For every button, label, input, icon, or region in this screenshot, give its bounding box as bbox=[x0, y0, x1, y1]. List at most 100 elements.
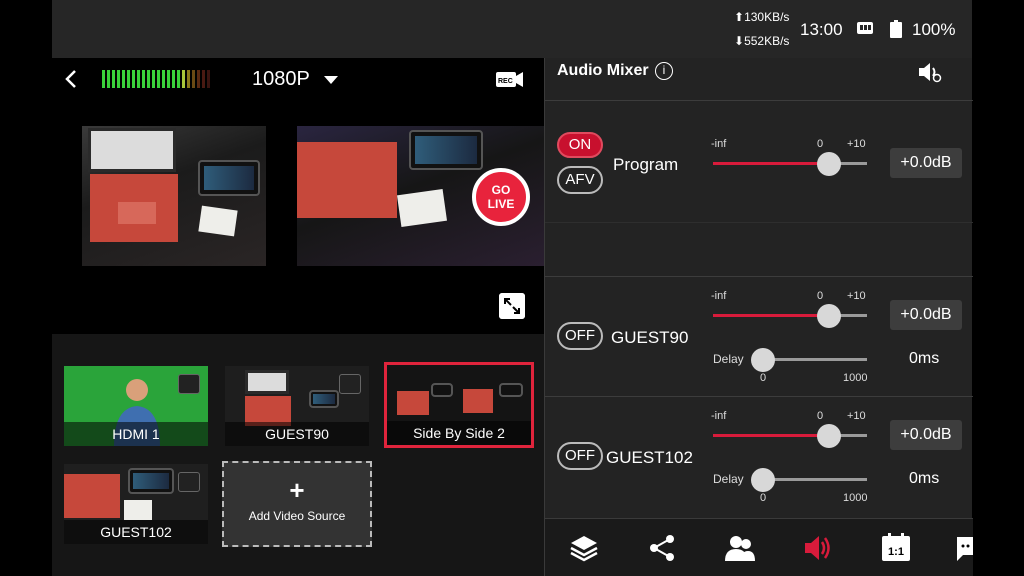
source-tile-hdmi1[interactable]: HDMI 1 bbox=[64, 366, 208, 446]
network-icon bbox=[857, 22, 873, 34]
resolution-selector[interactable]: 1080P bbox=[252, 68, 310, 91]
gain-slider-knob[interactable] bbox=[816, 304, 841, 328]
guests-icon[interactable] bbox=[725, 533, 755, 563]
go-live-line2: LIVE bbox=[487, 197, 515, 211]
mixer-row-guest102: OFF GUEST102 -inf 0 +10 +0.0dB Delay 0 1… bbox=[545, 404, 973, 524]
laptop-screen bbox=[245, 370, 289, 394]
gain-value[interactable]: +0.0dB bbox=[890, 300, 962, 330]
delay-slider[interactable] bbox=[751, 468, 867, 492]
program-afv-button[interactable]: AFV bbox=[557, 166, 603, 194]
add-video-source-label: Add Video Source bbox=[248, 509, 346, 523]
laptop-keyboard bbox=[64, 474, 120, 518]
person-icon bbox=[339, 374, 361, 394]
gain-max-label: +10 bbox=[847, 410, 866, 422]
gain-slider-knob[interactable] bbox=[816, 424, 841, 448]
source-tile-guest102[interactable]: GUEST102 bbox=[64, 464, 208, 544]
delay-min-label: 0 bbox=[760, 492, 767, 504]
audio-mixer-title: Audio Mixer bbox=[557, 62, 649, 79]
program-on-button[interactable]: ON bbox=[557, 132, 603, 158]
layers-icon[interactable] bbox=[569, 533, 599, 563]
gain-max-label: +10 bbox=[847, 290, 866, 302]
encoder-device bbox=[431, 383, 453, 397]
bottom-tab-bar: 1:1 bbox=[545, 518, 973, 576]
ratio-icon[interactable]: 1:1 bbox=[881, 533, 911, 563]
delay-label: Delay bbox=[713, 472, 744, 486]
source-label: Side By Side 2 bbox=[387, 421, 531, 445]
preview-panel: 1080P REC GO LIVE HDMI 1 GUEST90 Side By… bbox=[52, 58, 544, 576]
paper bbox=[124, 500, 152, 520]
audio-icon[interactable] bbox=[803, 533, 833, 563]
expand-icon[interactable] bbox=[499, 293, 525, 319]
audio-mixer-panel: Audio Mixer i ON AFV Program -inf 0 +10 … bbox=[544, 58, 973, 576]
laptop-keyboard bbox=[297, 142, 397, 218]
video-sources: HDMI 1 GUEST90 Side By Side 2 GUEST102 +… bbox=[52, 334, 544, 576]
status-bar: ⬆130KB/s ⬇552KB/s 13:00 100% bbox=[52, 0, 972, 58]
delay-slider-knob[interactable] bbox=[751, 348, 775, 372]
add-video-source-button[interactable]: + Add Video Source bbox=[222, 461, 372, 547]
gain-zero-label: 0 bbox=[817, 138, 824, 150]
chevron-down-icon[interactable] bbox=[324, 76, 338, 84]
encoder-device bbox=[198, 160, 260, 196]
divider bbox=[545, 396, 973, 397]
delay-slider[interactable] bbox=[751, 348, 867, 372]
chat-icon[interactable] bbox=[955, 533, 973, 563]
gain-slider-fill bbox=[713, 434, 829, 437]
gain-slider-fill bbox=[713, 162, 829, 165]
channel-name: GUEST102 bbox=[606, 448, 693, 467]
encoder-device bbox=[499, 383, 523, 397]
laptop-keyboard bbox=[463, 389, 493, 413]
laptop-trackpad bbox=[118, 202, 156, 224]
source-tile-side-by-side-2[interactable]: Side By Side 2 bbox=[384, 362, 534, 448]
channel-name: Program bbox=[613, 155, 679, 174]
gain-slider[interactable] bbox=[713, 152, 867, 176]
person-icon bbox=[178, 374, 200, 394]
laptop-screen bbox=[88, 128, 176, 172]
paper bbox=[198, 205, 238, 237]
share-icon[interactable] bbox=[647, 533, 677, 563]
delay-max-label: 1000 bbox=[843, 492, 868, 504]
source-label: GUEST102 bbox=[64, 520, 208, 544]
source-label: GUEST90 bbox=[225, 422, 369, 446]
gain-slider[interactable] bbox=[713, 304, 867, 328]
gain-slider[interactable] bbox=[713, 424, 867, 448]
divider bbox=[545, 276, 973, 277]
delay-value: 0ms bbox=[909, 350, 940, 367]
download-rate: ⬇552KB/s bbox=[734, 34, 790, 48]
mute-all-icon[interactable] bbox=[917, 60, 943, 84]
gain-zero-label: 0 bbox=[817, 290, 824, 302]
guest90-off-button[interactable]: OFF bbox=[557, 322, 603, 350]
gain-min-label: -inf bbox=[711, 410, 727, 422]
battery-percent: 100% bbox=[912, 20, 956, 39]
encoder-device bbox=[128, 468, 174, 494]
gain-slider-knob[interactable] bbox=[816, 152, 841, 176]
preview-thumbnail[interactable] bbox=[82, 126, 266, 266]
audio-level-meter bbox=[102, 70, 210, 88]
plus-icon: + bbox=[289, 475, 305, 505]
back-arrow-icon[interactable] bbox=[64, 68, 78, 90]
paper bbox=[396, 188, 448, 228]
encoder-device bbox=[409, 130, 483, 170]
gain-min-label: -inf bbox=[711, 290, 727, 302]
download-rate-text: 552KB/s bbox=[744, 34, 790, 48]
go-live-line1: GO bbox=[491, 183, 511, 197]
clock: 13:00 bbox=[800, 20, 843, 39]
guest102-off-button[interactable]: OFF bbox=[557, 442, 603, 470]
upload-rate-text: 130KB/s bbox=[744, 10, 790, 24]
record-icon[interactable]: REC bbox=[496, 68, 524, 90]
upload-rate: ⬆130KB/s bbox=[734, 10, 790, 24]
go-live-button[interactable]: GO LIVE bbox=[472, 168, 530, 226]
gain-value[interactable]: +0.0dB bbox=[890, 148, 962, 178]
info-icon[interactable]: i bbox=[655, 62, 673, 80]
delay-max-label: 1000 bbox=[843, 372, 868, 384]
source-tile-guest90[interactable]: GUEST90 bbox=[225, 366, 369, 446]
svg-text:REC: REC bbox=[498, 78, 513, 85]
delay-label: Delay bbox=[713, 352, 744, 366]
preview-toolbar: 1080P REC bbox=[52, 58, 544, 102]
laptop-keyboard bbox=[397, 391, 429, 415]
divider bbox=[545, 222, 973, 223]
person-icon bbox=[178, 472, 200, 492]
battery-icon bbox=[890, 20, 902, 38]
gain-value[interactable]: +0.0dB bbox=[890, 420, 962, 450]
delay-slider-knob[interactable] bbox=[751, 468, 775, 492]
gain-zero-label: 0 bbox=[817, 410, 824, 422]
